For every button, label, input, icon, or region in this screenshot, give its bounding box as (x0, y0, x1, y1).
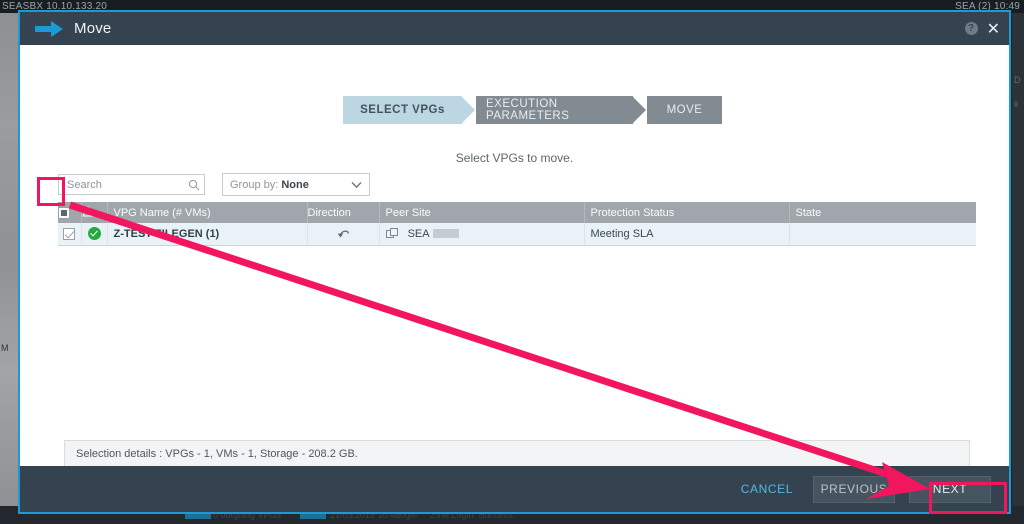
move-wizard-dialog: Move ? ✕ SELECT VPGs EXECUTION PARAMETER… (18, 10, 1011, 514)
group-by-select[interactable]: Group by: None (222, 173, 370, 196)
row-vpg-name-cell: Z-TEST-FILEGEN (1) (107, 223, 308, 246)
row-direction-cell (307, 223, 380, 246)
move-arrow-icon (34, 19, 64, 39)
background-left-panel: M (0, 13, 18, 524)
wizard-step-select-vpgs-label: SELECT VPGs (360, 104, 445, 116)
dialog-titlebar: Move ? ✕ (20, 12, 1009, 45)
filter-row: Group by: None (58, 173, 370, 196)
table-header-select-all[interactable] (58, 202, 82, 223)
dialog-subtitle: Select VPGs to move. (455, 151, 574, 165)
table-header-protection-status[interactable]: Protection Status (584, 202, 790, 223)
table-header-peer-site[interactable]: Peer Site (379, 202, 585, 223)
vpg-name-label: Z-TEST-FILEGEN (1) (113, 227, 220, 240)
reverse-arrow-icon (337, 230, 349, 238)
row-checkbox-cell[interactable] (58, 223, 82, 246)
help-icon[interactable]: ? (964, 22, 978, 35)
titlebar-actions: ? ✕ (964, 12, 1000, 45)
table-header-state[interactable]: State (789, 202, 976, 223)
table-header-alert[interactable] (81, 202, 108, 223)
table-header-vpg-name[interactable]: VPG Name (# VMs) (107, 202, 308, 223)
row-state-cell (789, 223, 976, 246)
row-protection-status-cell: Meeting SLA (584, 223, 790, 246)
group-by-value: None (281, 178, 309, 191)
cancel-button[interactable]: CANCEL (735, 476, 799, 503)
group-by-label: Group by: (230, 178, 279, 191)
wizard-step-execution-parameters[interactable]: EXECUTION PARAMETERS (476, 96, 646, 124)
search-input[interactable] (65, 177, 188, 192)
wizard-steps: SELECT VPGs EXECUTION PARAMETERS MOVE (343, 96, 722, 124)
peer-site-redacted (433, 229, 460, 239)
background-right-label-1: D (1014, 75, 1021, 85)
row-checkbox[interactable] (63, 227, 76, 240)
row-peer-site-cell: SEA (379, 223, 585, 246)
warning-triangle-icon (81, 205, 94, 216)
search-icon (188, 179, 200, 190)
background-left-panel-label: M (1, 343, 9, 353)
status-ok-icon (87, 227, 101, 241)
close-icon[interactable]: ✕ (987, 20, 1000, 37)
wizard-step-select-vpgs[interactable]: SELECT VPGs (343, 96, 475, 124)
dialog-footer: CANCEL PREVIOUS NEXT (20, 466, 1009, 512)
row-status-cell (81, 223, 108, 246)
wizard-step-execution-parameters-label: EXECUTION PARAMETERS (486, 98, 570, 122)
previous-button[interactable]: PREVIOUS (813, 475, 895, 503)
background-right-edge: D ii (1012, 13, 1024, 506)
selection-details-text: Selection details : VPGs - 1, VMs - 1, S… (76, 447, 358, 460)
select-all-checkbox[interactable] (58, 206, 70, 219)
table-header-direction[interactable]: Direction (307, 202, 380, 223)
search-box[interactable] (58, 174, 205, 195)
site-icon (385, 227, 398, 238)
table-header-row: VPG Name (# VMs) Direction Peer Site Pro… (58, 202, 976, 223)
next-button[interactable]: NEXT (909, 475, 991, 503)
wizard-step-move[interactable]: MOVE (647, 96, 722, 124)
peer-site-label: SEA (407, 227, 429, 240)
vpg-table: VPG Name (# VMs) Direction Peer Site Pro… (58, 202, 976, 246)
dialog-title: Move (74, 20, 112, 37)
wizard-step-move-label: MOVE (666, 104, 703, 116)
table-row[interactable]: Z-TEST-FILEGEN (1) SEA Meeting SLA (58, 223, 976, 246)
chevron-down-icon (351, 181, 362, 188)
dialog-body: SELECT VPGs EXECUTION PARAMETERS MOVE Se… (20, 45, 1009, 466)
chevron-right-icon (632, 96, 646, 124)
chevron-right-icon (461, 96, 475, 124)
selection-details-bar: Selection details : VPGs - 1, VMs - 1, S… (64, 440, 970, 466)
background-right-label-2: ii (1014, 99, 1018, 109)
